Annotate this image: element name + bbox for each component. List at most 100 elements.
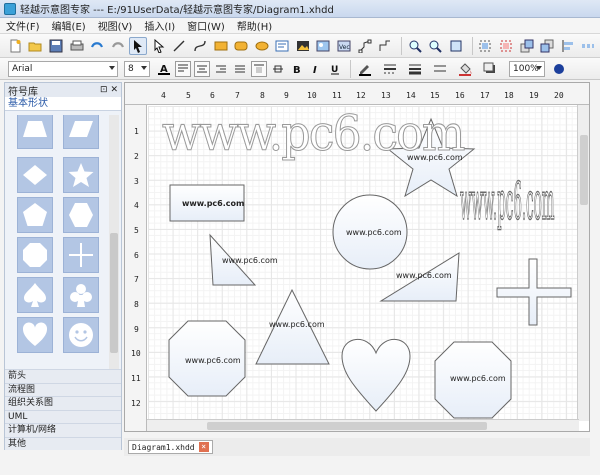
align-right-button[interactable] xyxy=(213,61,229,77)
library-item-flowchart[interactable]: 流程图 xyxy=(5,382,121,396)
ruler-tick: 9 xyxy=(134,325,139,334)
palette-scrollbar[interactable] xyxy=(109,115,119,403)
group-button[interactable] xyxy=(477,37,495,55)
diagram-canvas[interactable]: 4 5 6 7 8 9 10 11 12 13 14 15 16 17 18 1… xyxy=(124,82,590,432)
shape-spade[interactable] xyxy=(17,277,53,313)
undo-button[interactable] xyxy=(88,37,106,55)
shape-hexagon[interactable] xyxy=(63,197,99,233)
line-color-button[interactable] xyxy=(355,61,377,77)
curve-tool-button[interactable] xyxy=(191,37,209,55)
bring-front-button[interactable] xyxy=(518,37,536,55)
menu-help[interactable]: 帮助(H) xyxy=(237,18,272,33)
menu-window[interactable]: 窗口(W) xyxy=(187,18,225,33)
menu-insert[interactable]: 插入(I) xyxy=(144,18,175,33)
arrow-style-button[interactable] xyxy=(430,61,452,77)
paint-bucket-icon xyxy=(459,62,472,76)
palette-scroll-thumb[interactable] xyxy=(110,233,118,353)
underline-button[interactable]: U xyxy=(327,61,343,77)
shape-star[interactable] xyxy=(63,157,99,193)
font-size-value: 8 xyxy=(128,63,134,74)
save-button[interactable] xyxy=(47,37,65,55)
library-item-uml[interactable]: UML xyxy=(5,409,121,423)
rounded-rect-tool-button[interactable] xyxy=(232,37,250,55)
canvas-vertical-scrollbar[interactable] xyxy=(577,105,589,421)
canvas-horizontal-scrollbar[interactable] xyxy=(147,419,579,431)
zoom-select[interactable]: 100% xyxy=(509,60,545,77)
text-color-button[interactable]: A xyxy=(156,61,172,77)
font-size-select[interactable]: 8 xyxy=(124,60,150,77)
drawing-page[interactable]: www.pc6.com www.pc6.com www.pc6.com www.… xyxy=(148,104,580,424)
shape-trapezoid[interactable] xyxy=(17,115,53,149)
shape-cross[interactable] xyxy=(63,237,99,273)
library-item-other[interactable]: 其他 xyxy=(5,436,121,450)
library-item-arrows[interactable]: 箭头 xyxy=(5,369,121,383)
menu-file[interactable]: 文件(F) xyxy=(6,18,40,33)
select-tool-button[interactable] xyxy=(129,36,148,55)
send-back-button[interactable] xyxy=(538,37,556,55)
canvas-hscroll-thumb[interactable] xyxy=(207,422,487,430)
library-item-computer-network[interactable]: 计算机/网络 xyxy=(5,423,121,437)
ellipse-tool-button[interactable] xyxy=(253,37,271,55)
tab-diagram1[interactable]: Diagram1.xhdd × xyxy=(128,440,213,454)
zoom-in-icon xyxy=(409,40,422,53)
redo-button[interactable] xyxy=(109,37,127,55)
pentagon-icon xyxy=(23,203,47,226)
new-document-button[interactable] xyxy=(6,37,24,55)
menu-edit[interactable]: 编辑(E) xyxy=(52,18,86,33)
align-center-button[interactable] xyxy=(194,60,210,77)
connector-tool-button[interactable] xyxy=(356,37,374,55)
direct-select-button[interactable] xyxy=(150,37,168,55)
pin-icon[interactable]: ⊡ xyxy=(100,85,108,95)
line-tool-button[interactable] xyxy=(171,37,189,55)
line-icon xyxy=(173,40,185,51)
close-icon[interactable]: × xyxy=(198,442,209,452)
shape-diamond[interactable] xyxy=(17,157,53,193)
open-button[interactable] xyxy=(27,37,45,55)
rectangle-label: www.pc6.com xyxy=(182,199,245,208)
library-item-org-chart[interactable]: 组织关系图 xyxy=(5,396,121,410)
shape-heart[interactable] xyxy=(17,317,53,353)
shape-cross[interactable] xyxy=(496,258,572,326)
toolbar-separator xyxy=(471,36,473,55)
shape-pentagon[interactable] xyxy=(17,197,53,233)
align-button[interactable] xyxy=(559,37,577,55)
polyline-tool-button[interactable] xyxy=(376,37,394,55)
valign-top-icon xyxy=(254,64,264,73)
title-bar: 轻越示意图专家 --- E:/91UserData/轻越示意图专家/Diagra… xyxy=(0,0,600,18)
text-tool-button[interactable] xyxy=(274,37,292,55)
align-top-button[interactable] xyxy=(175,60,191,77)
shape-parallelogram[interactable] xyxy=(63,115,99,149)
image-tool-button[interactable] xyxy=(294,37,312,55)
zoom-out-button[interactable] xyxy=(427,37,445,55)
zoom-in-button[interactable] xyxy=(406,37,424,55)
category-title[interactable]: 基本形状 xyxy=(5,97,121,111)
valign-top-button[interactable] xyxy=(251,60,267,77)
shape-smiley[interactable] xyxy=(63,317,99,353)
ungroup-button[interactable] xyxy=(497,37,515,55)
line-style-button[interactable] xyxy=(380,61,402,77)
line-style-icon xyxy=(384,64,396,73)
shape-club[interactable] xyxy=(63,277,99,313)
fill-color-button[interactable] xyxy=(455,61,477,77)
rectangle-tool-button[interactable] xyxy=(212,37,230,55)
menu-view[interactable]: 视图(V) xyxy=(98,18,133,33)
shape-octagon[interactable] xyxy=(17,237,53,273)
distribute-button[interactable] xyxy=(580,37,598,55)
line-width-button[interactable] xyxy=(405,61,427,77)
fit-page-button[interactable] xyxy=(447,37,465,55)
spade-icon xyxy=(24,283,46,307)
valign-middle-button[interactable] xyxy=(270,61,286,77)
shadow-button[interactable] xyxy=(480,61,502,77)
print-button[interactable] xyxy=(68,37,86,55)
picture-tool-button[interactable] xyxy=(315,37,333,55)
shape-heart[interactable] xyxy=(341,338,411,412)
svg-text:I: I xyxy=(313,65,317,75)
close-icon[interactable]: ✕ xyxy=(110,85,118,95)
font-family-select[interactable]: Arial xyxy=(8,60,118,77)
justify-button[interactable] xyxy=(232,61,248,77)
vector-tool-button[interactable]: Vec xyxy=(335,37,353,55)
bold-button[interactable]: B xyxy=(289,61,305,77)
canvas-vscroll-thumb[interactable] xyxy=(580,135,588,205)
theme-button[interactable] xyxy=(551,61,567,77)
italic-button[interactable]: I xyxy=(308,61,324,77)
